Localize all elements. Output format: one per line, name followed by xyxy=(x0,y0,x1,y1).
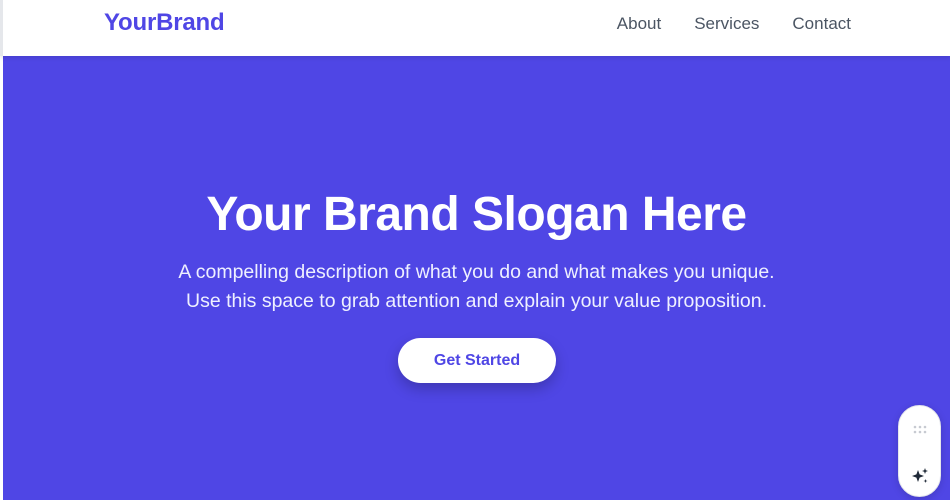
floating-assistant-widget[interactable] xyxy=(898,405,941,497)
sparkle-icon[interactable] xyxy=(910,466,930,486)
drag-handle-icon[interactable] xyxy=(913,425,927,435)
hero-title: Your Brand Slogan Here xyxy=(206,188,747,241)
get-started-button[interactable]: Get Started xyxy=(398,338,556,383)
brand-logo[interactable]: YourBrand xyxy=(104,9,225,37)
top-navbar: YourBrand About Services Contact xyxy=(0,0,950,56)
hero-description: A compelling description of what you do … xyxy=(3,258,950,316)
nav-link-about[interactable]: About xyxy=(617,14,661,34)
hero-description-line-2: Use this space to grab attention and exp… xyxy=(185,290,768,312)
main-nav: About Services Contact xyxy=(617,14,851,34)
hero-section: Your Brand Slogan Here A compelling desc… xyxy=(3,56,950,500)
nav-link-services[interactable]: Services xyxy=(694,14,759,34)
nav-link-contact[interactable]: Contact xyxy=(792,14,851,34)
hero-description-line-1: A compelling description of what you do … xyxy=(178,261,775,283)
